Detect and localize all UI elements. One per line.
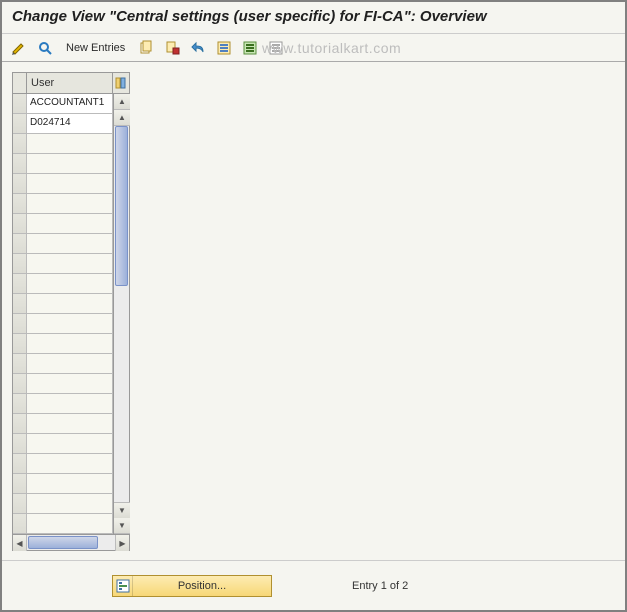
table-row[interactable] (13, 494, 113, 514)
delete-icon[interactable] (161, 38, 183, 58)
table-row[interactable] (13, 154, 113, 174)
row-selector[interactable] (13, 494, 27, 513)
scroll-up-2-icon[interactable]: ▲ (114, 110, 130, 126)
table-row[interactable] (13, 194, 113, 214)
table-row[interactable]: D024714 (13, 114, 113, 134)
user-cell[interactable] (27, 454, 113, 473)
scroll-down-icon[interactable]: ▼ (114, 518, 130, 534)
row-selector[interactable] (13, 114, 27, 133)
vertical-scrollbar[interactable]: ▲ ▲ ▼ ▼ (113, 94, 129, 534)
footer: Position... Entry 1 of 2 (2, 560, 625, 610)
undo-icon[interactable] (187, 38, 209, 58)
user-cell[interactable] (27, 494, 113, 513)
user-cell[interactable] (27, 414, 113, 433)
user-cell[interactable]: D024714 (27, 114, 113, 133)
user-cell[interactable] (27, 394, 113, 413)
select-all-icon[interactable] (213, 38, 235, 58)
user-cell[interactable] (27, 334, 113, 353)
user-cell[interactable] (27, 154, 113, 173)
scroll-down-2-icon[interactable]: ▼ (114, 502, 130, 518)
row-selector[interactable] (13, 254, 27, 273)
table-row[interactable] (13, 374, 113, 394)
row-selector[interactable] (13, 514, 27, 533)
table-row[interactable] (13, 214, 113, 234)
row-selector[interactable] (13, 94, 27, 113)
user-cell[interactable] (27, 514, 113, 533)
hscroll-thumb[interactable] (28, 536, 98, 549)
row-selector[interactable] (13, 314, 27, 333)
table-row[interactable] (13, 454, 113, 474)
row-selector[interactable] (13, 434, 27, 453)
row-selector[interactable] (13, 134, 27, 153)
row-selector[interactable] (13, 374, 27, 393)
table-row[interactable] (13, 434, 113, 454)
row-selector[interactable] (13, 194, 27, 213)
new-entries-button[interactable]: New Entries (60, 38, 131, 58)
toggle-change-icon[interactable] (8, 38, 30, 58)
row-selector[interactable] (13, 174, 27, 193)
row-selector[interactable] (13, 234, 27, 253)
table-row[interactable] (13, 274, 113, 294)
user-cell[interactable] (27, 474, 113, 493)
table-row[interactable] (13, 234, 113, 254)
scroll-thumb[interactable] (115, 126, 128, 286)
table-row[interactable] (13, 294, 113, 314)
scroll-up-icon[interactable]: ▲ (114, 94, 130, 110)
table-row[interactable] (13, 314, 113, 334)
user-cell[interactable] (27, 314, 113, 333)
table-row[interactable] (13, 514, 113, 534)
user-cell[interactable]: ACCOUNTANT1 (27, 94, 113, 113)
table-row[interactable] (13, 394, 113, 414)
user-cell[interactable] (27, 134, 113, 153)
select-block-icon[interactable] (239, 38, 261, 58)
deselect-all-icon[interactable] (265, 38, 287, 58)
content-area: User ACCOUNTANT1D024714 ▲ ▲ ▼ ▼ ◀ (2, 62, 625, 565)
row-selector[interactable] (13, 274, 27, 293)
horizontal-scrollbar[interactable]: ◀ ▶ (13, 534, 129, 550)
scroll-left-icon[interactable]: ◀ (13, 535, 27, 551)
position-button-label: Position... (133, 580, 271, 592)
row-selector[interactable] (13, 214, 27, 233)
user-cell[interactable] (27, 194, 113, 213)
table-row[interactable] (13, 254, 113, 274)
entry-counter: Entry 1 of 2 (352, 580, 408, 592)
row-selector[interactable] (13, 294, 27, 313)
table-settings-icon[interactable] (113, 73, 129, 93)
user-cell[interactable] (27, 374, 113, 393)
user-cell[interactable] (27, 354, 113, 373)
scroll-right-icon[interactable]: ▶ (115, 535, 129, 551)
user-cell[interactable] (27, 234, 113, 253)
table-row[interactable] (13, 354, 113, 374)
copy-icon[interactable] (135, 38, 157, 58)
row-selector[interactable] (13, 474, 27, 493)
position-button[interactable]: Position... (112, 575, 272, 597)
details-icon[interactable] (34, 38, 56, 58)
table-corner[interactable] (13, 73, 27, 93)
user-cell[interactable] (27, 254, 113, 273)
row-selector[interactable] (13, 394, 27, 413)
position-icon (113, 576, 133, 596)
row-selector[interactable] (13, 414, 27, 433)
user-cell[interactable] (27, 274, 113, 293)
toolbar: New Entries www.tutorialkart.com (2, 34, 625, 62)
table-row[interactable] (13, 334, 113, 354)
row-selector[interactable] (13, 454, 27, 473)
row-selector[interactable] (13, 334, 27, 353)
user-table: User ACCOUNTANT1D024714 ▲ ▲ ▼ ▼ ◀ (12, 72, 130, 551)
table-row[interactable] (13, 474, 113, 494)
page-title: Change View "Central settings (user spec… (2, 2, 625, 34)
scroll-track[interactable] (114, 126, 129, 502)
table-row[interactable] (13, 414, 113, 434)
user-cell[interactable] (27, 434, 113, 453)
row-selector[interactable] (13, 354, 27, 373)
column-header-user[interactable]: User (27, 73, 113, 93)
row-selector[interactable] (13, 154, 27, 173)
user-cell[interactable] (27, 294, 113, 313)
table-row[interactable]: ACCOUNTANT1 (13, 94, 113, 114)
table-row[interactable] (13, 174, 113, 194)
table-row[interactable] (13, 134, 113, 154)
user-cell[interactable] (27, 174, 113, 193)
hscroll-track[interactable] (27, 535, 115, 550)
user-cell[interactable] (27, 214, 113, 233)
